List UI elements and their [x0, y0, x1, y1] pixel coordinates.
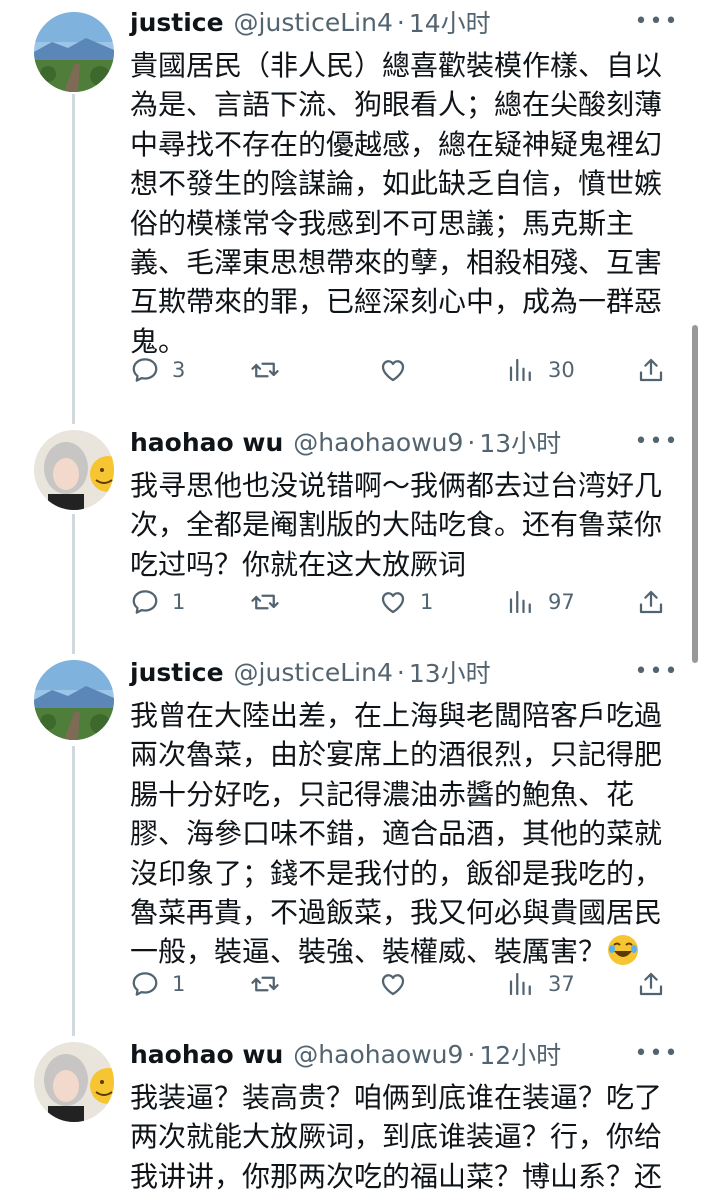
- reply-icon: [132, 358, 158, 382]
- avatar-haohao[interactable]: [34, 430, 114, 510]
- tweet-text: 我装逼？装高贵？咱俩到底谁在装逼？吃了两次就能大放厥词，到底谁装逼？行，你给我讲…: [130, 1081, 663, 1193]
- like-icon: [381, 974, 405, 996]
- separator-dot: ·: [396, 657, 405, 687]
- author-name[interactable]: haohao wu: [130, 1040, 283, 1069]
- like-button[interactable]: [378, 352, 408, 388]
- tweet-text: 我寻思他也没说错啊～我俩都去过台湾好几次，全都是阉割版的大陆吃食。还有鲁菜你吃过…: [130, 469, 663, 581]
- author-handle[interactable]: @haohaowu9: [293, 1040, 463, 1069]
- thread-line-1: [72, 94, 75, 424]
- share-icon: [639, 358, 663, 382]
- share-icon: [639, 590, 663, 614]
- tweet-text-body: 我曾在大陸出差，在上海與老闆陪客戶吃過兩次魯菜，由於宴席上的酒很烈，只記得肥腸十…: [130, 699, 663, 969]
- thread-line-2: [72, 514, 75, 654]
- retweet-button[interactable]: [250, 584, 280, 620]
- views-button[interactable]: 37: [506, 966, 575, 1002]
- views-count: 37: [548, 972, 575, 996]
- avatar-justice[interactable]: [34, 660, 114, 740]
- views-icon: [509, 590, 531, 614]
- views-icon: [509, 972, 531, 996]
- reply-count: 1: [172, 590, 186, 614]
- author-name[interactable]: justice: [130, 8, 224, 37]
- reply-icon: [132, 972, 158, 996]
- author-handle[interactable]: @justiceLin4: [234, 8, 393, 37]
- share-icon: [639, 972, 663, 996]
- action-bar: 1 37: [130, 966, 670, 1002]
- like-icon: [381, 360, 405, 382]
- views-button[interactable]: 30: [506, 352, 575, 388]
- reply-button[interactable]: 3: [130, 352, 185, 388]
- like-count: 1: [420, 590, 434, 614]
- retweet-icon: [251, 976, 279, 992]
- avatar-justice[interactable]: [34, 12, 114, 92]
- action-bar: 1 1 97: [130, 584, 670, 620]
- separator-dot: ·: [467, 1039, 476, 1069]
- thread-line-3: [72, 746, 75, 1036]
- retweet-button[interactable]: [250, 352, 280, 388]
- reply-count: 3: [172, 358, 186, 382]
- author-name[interactable]: justice: [130, 658, 224, 687]
- like-icon: [381, 592, 405, 614]
- like-button[interactable]: [378, 966, 408, 1002]
- like-button[interactable]: 1: [378, 584, 433, 620]
- reply-button[interactable]: 1: [130, 584, 185, 620]
- timestamp[interactable]: 13小时: [409, 654, 491, 690]
- scrollbar[interactable]: [692, 325, 698, 663]
- author-handle[interactable]: @justiceLin4: [234, 658, 393, 687]
- timestamp[interactable]: 14小时: [409, 4, 491, 40]
- views-button[interactable]: 97: [506, 584, 575, 620]
- reply-icon: [132, 590, 158, 614]
- author-handle[interactable]: @haohaowu9: [293, 428, 463, 457]
- retweet-icon: [251, 594, 279, 610]
- share-button[interactable]: [636, 966, 666, 1002]
- retweet-button[interactable]: [250, 966, 280, 1002]
- more-icon[interactable]: •••: [635, 6, 678, 36]
- more-icon[interactable]: •••: [635, 656, 678, 686]
- retweet-icon: [251, 362, 279, 378]
- views-icon: [509, 358, 531, 382]
- author-name[interactable]: haohao wu: [130, 428, 283, 457]
- share-button[interactable]: [636, 584, 666, 620]
- action-bar: 3 30: [130, 352, 670, 388]
- views-count: 30: [548, 358, 575, 382]
- share-button[interactable]: [636, 352, 666, 388]
- more-icon[interactable]: •••: [635, 426, 678, 456]
- separator-dot: ·: [396, 7, 405, 37]
- timestamp[interactable]: 12小时: [479, 1036, 561, 1072]
- views-count: 97: [548, 590, 575, 614]
- laughing-emoji-icon: [606, 933, 640, 967]
- avatar-haohao[interactable]: [34, 1042, 114, 1122]
- reply-count: 1: [172, 972, 186, 996]
- more-icon[interactable]: •••: [635, 1038, 678, 1068]
- tweet-text: 我曾在大陸出差，在上海與老闆陪客戶吃過兩次魯菜，由於宴席上的酒很烈，只記得肥腸十…: [130, 696, 672, 972]
- tweet-text: 貴國居民（非人民）總喜歡裝模作樣、自以為是、言語下流、狗眼看人；總在尖酸刻薄中尋…: [130, 49, 663, 358]
- reply-button[interactable]: 1: [130, 966, 185, 1002]
- timestamp[interactable]: 13小时: [479, 424, 561, 460]
- separator-dot: ·: [467, 427, 476, 457]
